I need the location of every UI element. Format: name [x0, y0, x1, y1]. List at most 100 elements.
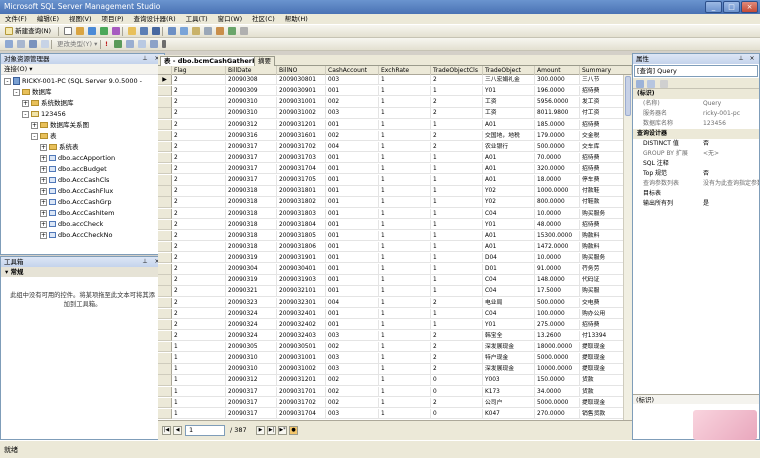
grid-cell[interactable]: 1 [379, 364, 431, 375]
menu-edit[interactable]: 编辑(E) [32, 14, 64, 25]
grid-cell[interactable]: 150.0000 [535, 375, 580, 386]
properties-object-select[interactable]: [查询] Query [634, 65, 758, 77]
property-row[interactable]: DISTINCT 值 否 [633, 139, 759, 149]
grid-cell[interactable]: 20090304 [226, 264, 277, 275]
grid-cell[interactable]: 2 [172, 97, 226, 108]
grid-cell[interactable]: 2009031002 [277, 108, 326, 119]
xmla-query-icon[interactable] [110, 27, 122, 36]
grid-cell[interactable]: 2 [172, 86, 226, 97]
grid-cell[interactable]: 20090321 [226, 286, 277, 297]
grid-cell[interactable]: 001 [326, 164, 379, 175]
row-selector[interactable] [158, 186, 172, 197]
grid-cell[interactable]: 2 [172, 175, 226, 186]
grid-cell[interactable]: A01 [483, 241, 535, 253]
grid-cell[interactable]: 20090318 [226, 219, 277, 231]
property-row[interactable]: GROUP BY 扩展 <无> [633, 149, 759, 159]
scroll-thumb[interactable] [625, 76, 631, 116]
grid-cell[interactable]: C04 [483, 208, 535, 219]
expand-icon[interactable]: + [40, 198, 47, 206]
expand-icon[interactable]: + [40, 209, 47, 217]
grid-cell[interactable]: 2 [172, 186, 226, 197]
row-selector[interactable] [158, 375, 172, 386]
column-header[interactable]: BillDate [226, 66, 277, 75]
row-selector[interactable] [158, 119, 172, 130]
row-selector[interactable] [158, 208, 172, 219]
grid-cell[interactable]: 500.0000 [535, 297, 580, 308]
options-icon[interactable] [238, 27, 250, 36]
row-selector[interactable] [158, 342, 172, 353]
grid-cell[interactable]: 2 [431, 75, 483, 86]
tab-summary[interactable]: 摘要 [254, 56, 275, 66]
toolbox-group-general[interactable]: ▾ 常规 [1, 267, 164, 277]
table-row[interactable]: 1 20090317 2009031701 002 1 0 K173 34.0000 货款 [158, 386, 632, 397]
grid-cell[interactable]: 003 [326, 408, 379, 420]
row-selector[interactable] [158, 241, 172, 253]
grid-cell[interactable]: 1 [172, 397, 226, 409]
grid-cell[interactable]: 2 [431, 342, 483, 353]
close-panel-icon[interactable]: × [748, 55, 756, 63]
table-row[interactable]: 2 20090318 2009031806 001 1 1 A01 1472.0000 购款料 [158, 241, 632, 253]
grid-cell[interactable]: 2009032403 [277, 330, 326, 342]
grid-cell[interactable]: 1 [379, 286, 431, 297]
grid-cell[interactable]: 2009031903 [277, 275, 326, 286]
collapse-icon[interactable]: - [13, 88, 20, 96]
grid-cell[interactable]: 特户现金 [483, 353, 535, 364]
row-selector[interactable] [158, 275, 172, 286]
template-explorer-icon[interactable] [190, 27, 202, 36]
grid-cell[interactable]: 2009030401 [277, 264, 326, 275]
grid-cell[interactable]: 2 [431, 130, 483, 141]
grid-cell[interactable]: 20090317 [226, 397, 277, 409]
property-row[interactable]: SQL 注释 [633, 159, 759, 169]
grid-cell[interactable]: 2009031201 [277, 119, 326, 130]
row-selector[interactable] [158, 308, 172, 320]
show-sql-icon[interactable] [27, 40, 39, 49]
show-criteria-icon[interactable] [15, 40, 27, 49]
row-selector[interactable] [158, 253, 172, 264]
grid-cell[interactable]: 1 [379, 308, 431, 320]
grid-cell[interactable]: 001 [326, 308, 379, 320]
expand-icon[interactable]: + [40, 165, 47, 173]
row-selector[interactable] [158, 408, 172, 420]
grid-cell[interactable]: 2009031002 [277, 364, 326, 375]
verify-sql-icon[interactable] [112, 40, 124, 49]
grid-cell[interactable]: 800.0000 [535, 197, 580, 208]
grid-cell[interactable]: Y01 [483, 219, 535, 231]
property-row[interactable]: 数据库名称 123456 [633, 119, 759, 129]
grid-cell[interactable]: 2009030901 [277, 86, 326, 97]
row-selector[interactable] [158, 230, 172, 242]
grid-cell[interactable]: 2 [172, 275, 226, 286]
grid-cell[interactable]: 2 [172, 208, 226, 219]
grid-cell[interactable]: 2009031704 [277, 164, 326, 175]
tree-node[interactable]: - 123456 [22, 109, 66, 120]
table-row[interactable]: 1 20090310 2009031002 003 1 2 深发展现金 10000.0000 提… [158, 364, 632, 375]
grid-cell[interactable]: 2 [172, 108, 226, 119]
grid-cell[interactable]: 2009031601 [277, 130, 326, 141]
grid-cell[interactable]: 18.0000 [535, 175, 580, 186]
grid-cell[interactable]: 003 [326, 330, 379, 342]
table-row[interactable]: 2 20090310 2009031002 003 1 2 工资 8011.9800 付工资 [158, 108, 632, 119]
property-row[interactable]: 查询参数列表 没有为此查询指定参数 [633, 179, 759, 189]
categorized-icon[interactable] [636, 80, 644, 88]
table-row[interactable]: 2 20090309 2009030901 001 1 1 Y01 196.0000 招待费 [158, 86, 632, 97]
property-row[interactable]: 输出所有列 是 [633, 199, 759, 209]
tree-node[interactable]: + dbo.AccCashGrp [40, 197, 112, 208]
grid-cell[interactable]: 001 [326, 152, 379, 164]
row-selector[interactable] [158, 86, 172, 97]
grid-cell[interactable]: 韩宝全 [483, 330, 535, 342]
grid-cell[interactable]: K173 [483, 386, 535, 397]
row-selector[interactable] [158, 197, 172, 208]
grid-cell[interactable]: 0 [431, 408, 483, 420]
grid-cell[interactable]: 002 [326, 130, 379, 141]
mdx-query-icon[interactable] [98, 27, 110, 36]
grid-cell[interactable]: 1 [431, 230, 483, 242]
grid-cell[interactable]: 1 [379, 119, 431, 130]
execute-sql-icon[interactable]: ! [103, 40, 110, 49]
row-selector[interactable] [158, 319, 172, 331]
collapse-icon[interactable]: - [4, 77, 11, 85]
grid-cell[interactable]: 1 [379, 197, 431, 208]
grid-cell[interactable]: 1 [431, 286, 483, 297]
grid-cell[interactable]: 0 [431, 386, 483, 397]
table-row[interactable]: 2 20090310 2009031001 002 1 2 工资 5956.0000 发工资 [158, 97, 632, 108]
property-row[interactable]: (名称) Query [633, 99, 759, 109]
grid-cell[interactable]: 1 [431, 119, 483, 130]
